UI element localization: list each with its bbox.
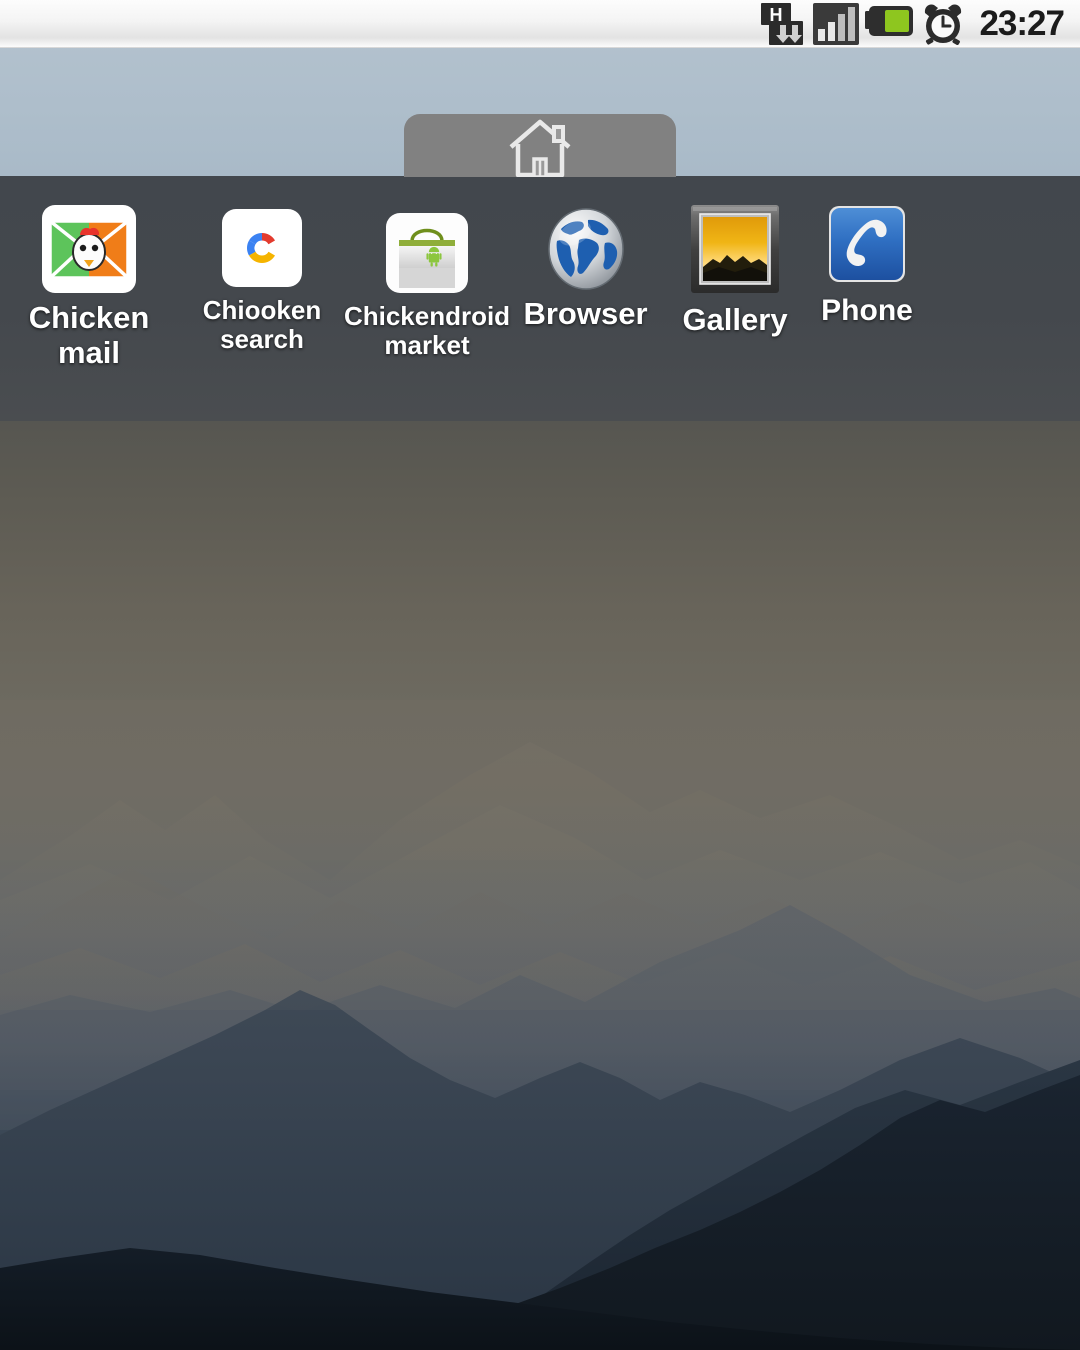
app-phone[interactable]: Phone	[807, 204, 927, 328]
app-label: Chickendroid market	[343, 301, 511, 361]
app-chickendroid-market[interactable]: Chickendroid market	[344, 213, 510, 360]
app-chicken-mail[interactable]: Chicken mail	[14, 205, 164, 370]
market-bag-icon	[386, 213, 468, 293]
signal-bars-icon	[813, 2, 860, 45]
chicken-mail-icon	[42, 205, 136, 293]
status-bar[interactable]: H 23:27	[0, 0, 1080, 48]
alarm-clock-icon	[921, 3, 965, 45]
hspa-data-icon: H	[761, 2, 807, 45]
app-label: Chicken mail	[28, 300, 150, 370]
phone-handset-icon	[827, 204, 907, 284]
chiooken-search-icon	[222, 209, 302, 287]
app-icon-grid: Chicken mail Chiooken search Chickendroi…	[0, 0, 1080, 1350]
globe-icon	[545, 207, 627, 291]
svg-text:H: H	[770, 5, 783, 25]
battery-icon	[865, 3, 915, 45]
home-screen: H 23:27 Chicken mail Chiooken search Chi…	[0, 0, 1080, 1350]
picture-frame-icon	[689, 203, 781, 295]
status-bar-clock: 23:27	[979, 3, 1065, 43]
app-gallery[interactable]: Gallery	[670, 203, 800, 338]
app-browser[interactable]: Browser	[518, 207, 653, 332]
app-label: Chiooken search	[202, 295, 322, 355]
app-label: Phone	[821, 294, 913, 327]
status-bar-icons: H	[761, 2, 965, 45]
app-label: Gallery	[682, 302, 788, 337]
app-chiooken-search[interactable]: Chiooken search	[188, 209, 336, 354]
app-label: Browser	[523, 296, 648, 331]
